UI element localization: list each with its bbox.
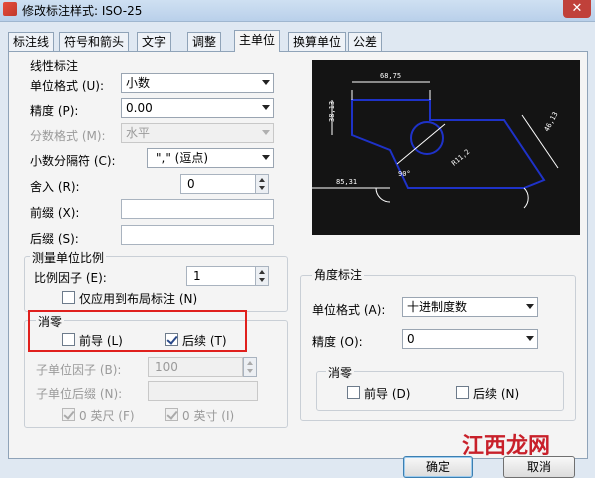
- preview-dim-left: 38,13: [328, 101, 336, 122]
- watermark: 江西龙网: [462, 433, 551, 459]
- roundoff-label: 舍入 (R):: [30, 180, 80, 194]
- decimal-separator-value: "," (逗点): [156, 151, 209, 165]
- angular-unit-format-value: 十进制度数: [407, 300, 468, 314]
- roundoff-spinner[interactable]: [255, 174, 269, 194]
- chevron-down-icon: [262, 80, 270, 85]
- preview-hole: [410, 121, 444, 155]
- tab-text[interactable]: 文字: [137, 32, 172, 51]
- scale-factor-spinner[interactable]: [255, 266, 269, 286]
- tab-primary-units[interactable]: 主单位: [234, 30, 281, 52]
- chevron-down-icon: [526, 304, 534, 309]
- precision-select[interactable]: 0.00: [121, 98, 274, 118]
- spin-down-icon: [259, 278, 265, 282]
- sub-unit-factor-spinner[interactable]: [243, 357, 257, 377]
- unit-format-label: 单位格式 (U):: [30, 79, 105, 93]
- decimal-separator-select[interactable]: "," (逗点): [147, 148, 274, 168]
- zero-feet-label: 0 英尺 (F): [79, 409, 135, 423]
- scale-group-title: 测量单位比例: [30, 249, 107, 266]
- spin-up-icon: [259, 270, 265, 274]
- zero-inches-label: 0 英寸 (I): [182, 409, 235, 423]
- suffix-input[interactable]: [121, 225, 274, 245]
- preview-dim-right: 46,13: [543, 111, 560, 133]
- close-button[interactable]: ✕: [563, 0, 591, 18]
- angular-precision-label: 精度 (O):: [312, 335, 363, 349]
- preview-dim-line-diag: [396, 123, 446, 165]
- sub-unit-factor-label: 子单位因子 (B):: [36, 363, 122, 377]
- preview-dim-bottom-left: 85,31: [336, 178, 357, 186]
- angular-unit-format-select[interactable]: 十进制度数: [402, 297, 538, 317]
- angular-trailing-label: 后续 (N): [473, 387, 520, 401]
- angular-unit-format-label: 单位格式 (A):: [312, 303, 386, 317]
- preview-dim-angle: 90°: [398, 170, 411, 178]
- tab-tolerances[interactable]: 公差: [348, 32, 383, 51]
- chevron-down-icon: [262, 105, 270, 110]
- roundoff-input[interactable]: 0: [180, 174, 256, 194]
- precision-value: 0.00: [126, 101, 153, 115]
- title-bar: 修改标注样式: ISO-25 ✕: [0, 0, 595, 22]
- spin-up-icon: [259, 178, 265, 182]
- angular-precision-select[interactable]: 0: [402, 329, 538, 349]
- chevron-down-icon: [262, 130, 270, 135]
- unit-format-select[interactable]: 小数: [121, 73, 274, 93]
- sub-unit-factor-input[interactable]: 100: [148, 357, 243, 377]
- preview-angle-arc-right: [523, 187, 529, 209]
- highlight-box: [28, 310, 247, 352]
- layout-only-checkbox[interactable]: [62, 291, 75, 304]
- app-icon: [3, 2, 17, 16]
- fraction-format-value: 水平: [126, 126, 151, 140]
- tab-fit[interactable]: 调整: [187, 32, 222, 51]
- angular-precision-value: 0: [407, 332, 415, 346]
- dimension-preview: 68,75 38,13 46,13 R11,2 85,31 90°: [312, 60, 580, 235]
- chevron-down-icon: [526, 336, 534, 341]
- angular-leading-label: 前导 (D): [364, 387, 411, 401]
- angular-leading-checkbox[interactable]: [347, 386, 360, 399]
- angular-trailing-checkbox[interactable]: [456, 386, 469, 399]
- scale-factor-input[interactable]: 1: [186, 266, 256, 286]
- preview-part-outline: [351, 99, 546, 189]
- tab-alternate-units[interactable]: 换算单位: [288, 32, 347, 51]
- unit-format-value: 小数: [126, 76, 151, 90]
- fraction-format-label: 分数格式 (M):: [30, 129, 106, 143]
- prefix-label: 前缀 (X):: [30, 206, 80, 220]
- suffix-label: 后缀 (S):: [30, 232, 79, 246]
- spin-down-icon: [247, 369, 253, 373]
- spin-up-icon: [247, 361, 253, 365]
- prefix-input[interactable]: [121, 199, 274, 219]
- decimal-separator-label: 小数分隔符 (C):: [30, 154, 116, 168]
- preview-angle-arc: [375, 187, 391, 203]
- scale-factor-label: 比例因子 (E):: [34, 271, 107, 285]
- zero-inches-checkbox[interactable]: [165, 408, 178, 421]
- precision-label: 精度 (P):: [30, 104, 79, 118]
- fraction-format-select[interactable]: 水平: [121, 123, 274, 143]
- tab-symbols-arrows[interactable]: 符号和箭头: [59, 32, 130, 51]
- sub-unit-suffix-label: 子单位后缀 (N):: [36, 387, 123, 401]
- chevron-down-icon: [262, 155, 270, 160]
- tab-lines[interactable]: 标注线: [8, 32, 55, 51]
- layout-only-label: 仅应用到布局标注 (N): [79, 292, 198, 306]
- sub-unit-suffix-input[interactable]: [148, 381, 258, 401]
- linear-group-title: 线性标注: [30, 59, 79, 73]
- angular-zero-title: 消零: [326, 364, 355, 381]
- preview-dim-diag: R11,2: [450, 148, 471, 168]
- preview-dim-top: 68,75: [380, 72, 401, 80]
- window-title: 修改标注样式: ISO-25: [22, 4, 143, 18]
- spin-down-icon: [259, 186, 265, 190]
- preview-drawing: 68,75 38,13 46,13 R11,2 85,31 90°: [312, 72, 560, 209]
- zero-feet-checkbox[interactable]: [62, 408, 75, 421]
- angular-group-title: 角度标注: [312, 266, 365, 283]
